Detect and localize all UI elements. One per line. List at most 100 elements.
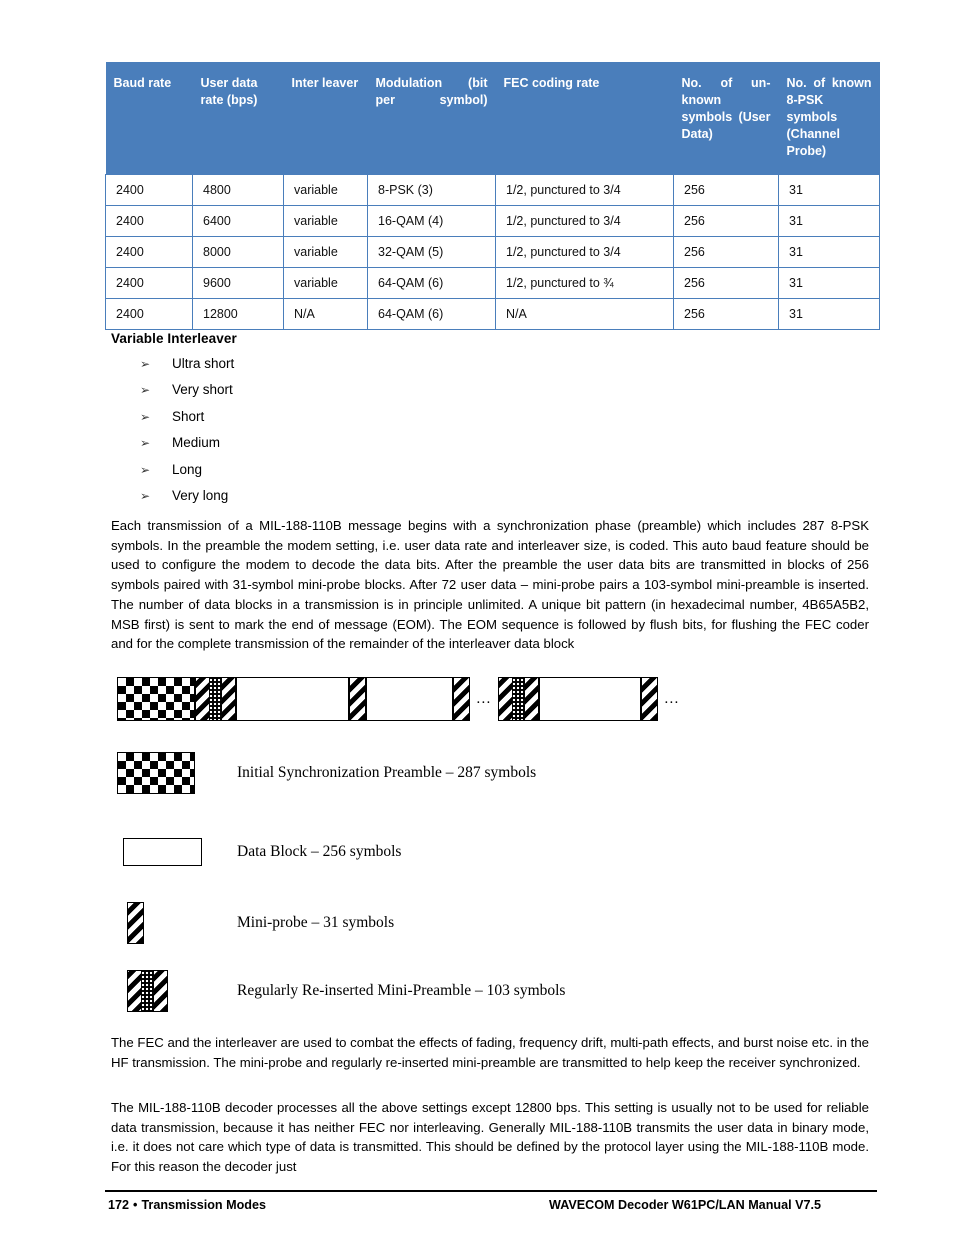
frame-structure-diagram: … … <box>117 677 686 721</box>
table-header-row: Baud rate User data rate (bps) Inter lea… <box>105 62 880 174</box>
list-item-label: Long <box>172 461 203 477</box>
document-page: Baud rate User data rate (bps) Inter lea… <box>0 0 954 1235</box>
table-body: 2400 4800 variable 8-PSK (3) 1/2, punctu… <box>105 173 880 330</box>
legend-label-mini-preamble: Regularly Re-inserted Mini-Preamble – 10… <box>237 982 566 999</box>
paragraph-fec-interleaver: The FEC and the interleaver are used to … <box>111 1035 869 1070</box>
cell-baud-rate: 2400 <box>105 173 193 206</box>
list-item: ➢ Very long <box>140 488 560 514</box>
footer-bullet-icon: • <box>133 1198 138 1212</box>
cell-modulation: 16-QAM (4) <box>367 204 496 237</box>
cell-baud-rate: 2400 <box>105 266 193 299</box>
mini-probe-block <box>453 677 470 721</box>
list-item-label: Very long <box>172 487 229 503</box>
initial-sync-preamble-block <box>117 677 195 721</box>
paragraph-transmission-structure: Each transmission of a MIL-188-110B mess… <box>111 518 869 652</box>
interleaver-options-list: ➢ Ultra short ➢ Very short ➢ Short ➢ Med… <box>140 356 560 514</box>
column-header-unknown-symbols: No. of un-known symbols (User Data) <box>673 62 779 174</box>
legend-label-mini-probe: Mini-probe – 31 symbols <box>237 914 395 931</box>
footer-divider <box>105 1190 877 1192</box>
cell-user-data-rate: 4800 <box>192 173 284 206</box>
cell-interleaver: N/A <box>283 297 368 330</box>
arrowhead-bullet-icon: ➢ <box>140 436 151 451</box>
cell-unknown-symbols: 256 <box>673 235 779 268</box>
column-header-interleaver: Inter leaver <box>283 62 368 174</box>
cell-interleaver: variable <box>283 204 368 237</box>
cell-baud-rate: 2400 <box>105 204 193 237</box>
cell-user-data-rate: 8000 <box>192 235 284 268</box>
cell-unknown-symbols: 256 <box>673 204 779 237</box>
cell-known-psk-symbols: 31 <box>778 173 880 206</box>
legend-label-initial-preamble: Initial Synchronization Preamble – 287 s… <box>237 764 537 781</box>
mini-probe-block <box>349 677 366 721</box>
legend-label-data-block: Data Block – 256 symbols <box>237 843 402 860</box>
cell-user-data-rate: 9600 <box>192 266 284 299</box>
list-item: ➢ Long <box>140 462 560 488</box>
mini-preamble-swatch <box>127 970 168 1012</box>
legend-entry-initial-preamble: Initial Synchronization Preamble – 287 s… <box>117 752 536 794</box>
cell-unknown-symbols: 256 <box>673 173 779 206</box>
cell-baud-rate: 2400 <box>105 235 193 268</box>
cell-known-psk-symbols: 31 <box>778 204 880 237</box>
arrowhead-bullet-icon: ➢ <box>140 383 151 398</box>
modem-modes-table: Baud rate User data rate (bps) Inter lea… <box>105 62 880 330</box>
list-item: ➢ Short <box>140 409 560 435</box>
legend-swatch-wrap <box>117 752 237 794</box>
list-item: ➢ Very short <box>140 382 560 408</box>
column-header-baud-rate: Baud rate <box>105 62 193 174</box>
list-item-label: Short <box>172 408 205 424</box>
cell-modulation: 64-QAM (6) <box>367 297 496 330</box>
initial-sync-preamble-swatch <box>117 752 195 794</box>
mini-preamble-block <box>195 677 236 721</box>
data-block <box>236 677 349 721</box>
cell-fec-coding-rate: 1/2, punctured to ¾ <box>495 266 674 299</box>
cell-modulation: 32-QAM (5) <box>367 235 496 268</box>
cell-fec-coding-rate: N/A <box>495 297 674 330</box>
column-header-known-psk-symbols: No. of known 8-PSK symbols (Channel Prob… <box>778 62 880 174</box>
cell-unknown-symbols: 256 <box>673 266 779 299</box>
legend-entry-mini-preamble: Regularly Re-inserted Mini-Preamble – 10… <box>127 970 565 1012</box>
list-item-label: Medium <box>172 435 221 451</box>
cell-interleaver: variable <box>283 235 368 268</box>
legend-entry-mini-probe: Mini-probe – 31 symbols <box>127 902 394 944</box>
cell-fec-coding-rate: 1/2, punctured to 3/4 <box>495 173 674 206</box>
legend-swatch-wrap <box>127 902 237 944</box>
cell-modulation: 64-QAM (6) <box>367 266 496 299</box>
cell-interleaver: variable <box>283 266 368 299</box>
mini-probe-swatch <box>127 902 144 944</box>
column-header-user-data-rate: User data rate (bps) <box>192 62 284 174</box>
table-row: 2400 9600 variable 64-QAM (6) 1/2, punct… <box>105 266 880 299</box>
page-number: 172 <box>108 1198 130 1212</box>
legend-entry-data-block: Data Block – 256 symbols <box>123 838 401 866</box>
list-item: ➢ Medium <box>140 435 560 461</box>
footer-manual-title: WAVECOM Decoder W61PC/LAN Manual V7.5 <box>549 1198 821 1212</box>
cell-known-psk-symbols: 31 <box>778 266 880 299</box>
data-block-swatch <box>123 838 202 866</box>
mini-probe-block <box>641 677 658 721</box>
cell-baud-rate: 2400 <box>105 297 193 330</box>
cell-modulation: 8-PSK (3) <box>367 173 496 206</box>
cell-fec-coding-rate: 1/2, punctured to 3/4 <box>495 204 674 237</box>
table-row: 2400 8000 variable 32-QAM (5) 1/2, punct… <box>105 235 880 268</box>
list-item: ➢ Ultra short <box>140 356 560 382</box>
section-heading-variable-interleaver: Variable Interleaver <box>111 331 237 346</box>
cell-fec-coding-rate: 1/2, punctured to 3/4 <box>495 235 674 268</box>
ellipsis-separator: … <box>475 690 493 707</box>
legend-swatch-wrap <box>123 838 237 866</box>
list-item-label: Very short <box>172 382 233 398</box>
paragraph-decoder-behavior: The MIL-188-110B decoder processes all t… <box>111 1100 869 1175</box>
table-row: 2400 6400 variable 16-QAM (4) 1/2, punct… <box>105 204 880 237</box>
cell-user-data-rate: 6400 <box>192 204 284 237</box>
arrowhead-bullet-icon: ➢ <box>140 409 151 424</box>
footer-left: 172 • Transmission Modes <box>108 1198 266 1212</box>
mini-preamble-block <box>498 677 539 721</box>
table-row: 2400 12800 N/A 64-QAM (6) N/A 256 31 <box>105 297 880 330</box>
list-item-label: Ultra short <box>172 356 235 371</box>
legend-swatch-wrap <box>127 970 237 1012</box>
cell-user-data-rate: 12800 <box>192 297 284 330</box>
cell-unknown-symbols: 256 <box>673 297 779 330</box>
data-block <box>366 677 453 721</box>
cell-known-psk-symbols: 31 <box>778 235 880 268</box>
column-header-fec-coding-rate: FEC coding rate <box>495 62 674 174</box>
data-block <box>539 677 641 721</box>
footer-section-name: Transmission Modes <box>141 1198 267 1212</box>
